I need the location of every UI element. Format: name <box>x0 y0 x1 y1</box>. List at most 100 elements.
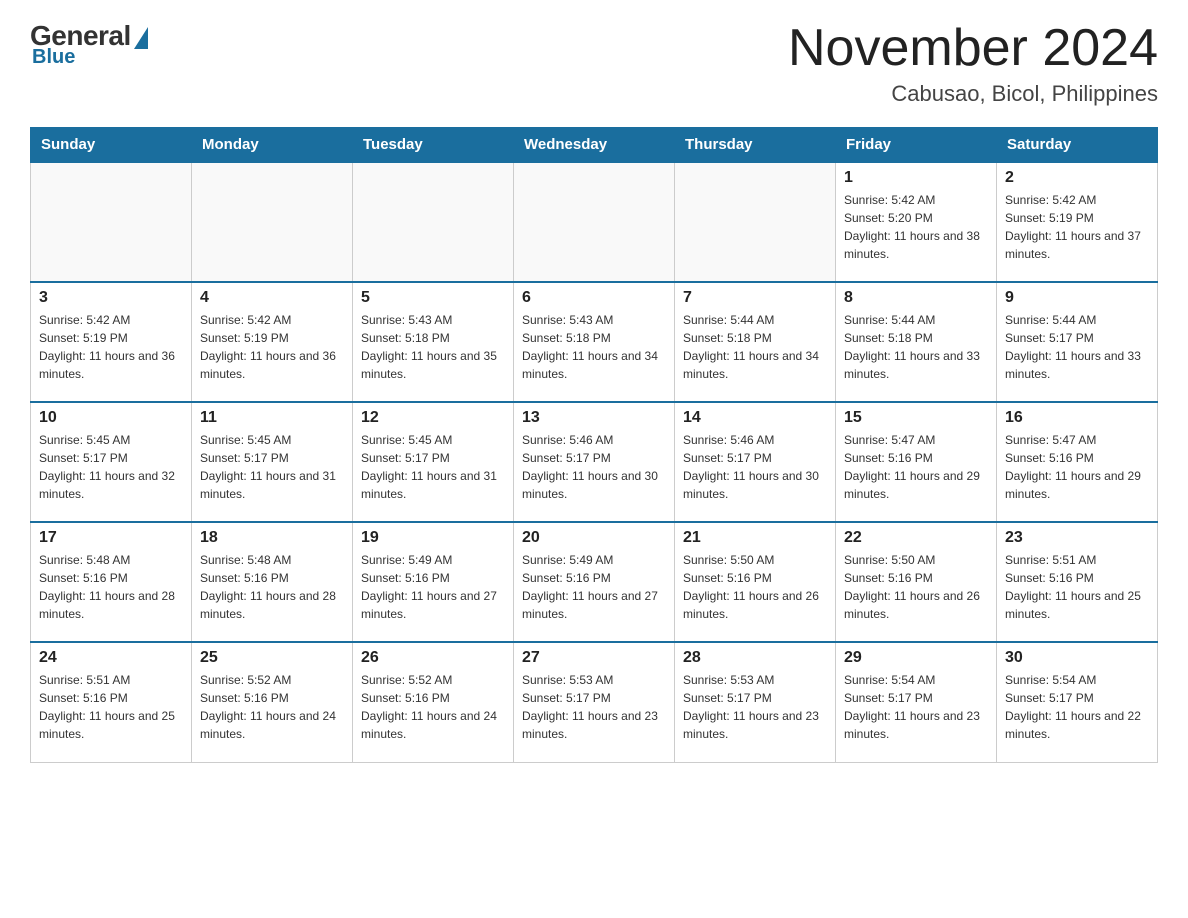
sun-info: Sunrise: 5:53 AMSunset: 5:17 PMDaylight:… <box>522 671 666 743</box>
sun-info: Sunrise: 5:54 AMSunset: 5:17 PMDaylight:… <box>844 671 988 743</box>
calendar-cell: 3Sunrise: 5:42 AMSunset: 5:19 PMDaylight… <box>31 282 192 402</box>
calendar-week-row: 1 Sunrise: 5:42 AMSunset: 5:20 PMDaylight… <box>31 162 1158 282</box>
sun-info: Sunrise: 5:45 AMSunset: 5:17 PMDaylight:… <box>39 431 183 503</box>
calendar-cell: 29 Sunrise: 5:54 AMSunset: 5:17 PMDayligh… <box>836 642 997 762</box>
sun-info: Sunrise: 5:48 AMSunset: 5:16 PMDaylight:… <box>39 551 183 623</box>
sun-info: Sunrise: 5:46 AMSunset: 5:17 PMDaylight:… <box>522 431 666 503</box>
calendar-cell: 18 Sunrise: 5:48 AMSunset: 5:16 PMDayligh… <box>192 522 353 642</box>
calendar-cell: 15 Sunrise: 5:47 AMSunset: 5:16 PMDayligh… <box>836 402 997 522</box>
day-number: 26 <box>361 649 505 667</box>
sun-info: Sunrise: 5:51 AMSunset: 5:16 PMDaylight:… <box>1005 551 1149 623</box>
sun-info: Sunrise: 5:44 AMSunset: 5:17 PMDaylight:… <box>1005 311 1149 383</box>
calendar-cell: 10 Sunrise: 5:45 AMSunset: 5:17 PMDayligh… <box>31 402 192 522</box>
logo: General Blue <box>30 20 148 69</box>
sun-info: Sunrise: 5:53 AMSunset: 5:17 PMDaylight:… <box>683 671 827 743</box>
day-number: 29 <box>844 649 988 667</box>
day-number: 14 <box>683 409 827 427</box>
month-year-title: November 2024 <box>788 20 1158 77</box>
sun-info: Sunrise: 5:46 AMSunset: 5:17 PMDaylight:… <box>683 431 827 503</box>
sun-info: Sunrise: 5:49 AMSunset: 5:16 PMDaylight:… <box>361 551 505 623</box>
calendar-week-row: 10 Sunrise: 5:45 AMSunset: 5:17 PMDayligh… <box>31 402 1158 522</box>
sun-info: Sunrise: 5:42 AMSunset: 5:19 PMDaylight:… <box>200 311 344 383</box>
day-header-tuesday: Tuesday <box>353 128 514 163</box>
sun-info: Sunrise: 5:50 AMSunset: 5:16 PMDaylight:… <box>683 551 827 623</box>
calendar-cell <box>353 162 514 282</box>
calendar-cell: 21 Sunrise: 5:50 AMSunset: 5:16 PMDayligh… <box>675 522 836 642</box>
day-number: 30 <box>1005 649 1149 667</box>
day-number: 17 <box>39 529 183 547</box>
day-header-saturday: Saturday <box>997 128 1158 163</box>
calendar-cell: 14 Sunrise: 5:46 AMSunset: 5:17 PMDayligh… <box>675 402 836 522</box>
day-number: 27 <box>522 649 666 667</box>
day-header-thursday: Thursday <box>675 128 836 163</box>
calendar-week-row: 17 Sunrise: 5:48 AMSunset: 5:16 PMDayligh… <box>31 522 1158 642</box>
sun-info: Sunrise: 5:44 AMSunset: 5:18 PMDaylight:… <box>844 311 988 383</box>
day-number: 28 <box>683 649 827 667</box>
day-header-monday: Monday <box>192 128 353 163</box>
day-number: 15 <box>844 409 988 427</box>
calendar-cell: 1 Sunrise: 5:42 AMSunset: 5:20 PMDaylight… <box>836 162 997 282</box>
calendar-cell: 8 Sunrise: 5:44 AMSunset: 5:18 PMDaylight… <box>836 282 997 402</box>
calendar-week-row: 24 Sunrise: 5:51 AMSunset: 5:16 PMDayligh… <box>31 642 1158 762</box>
calendar-cell: 19 Sunrise: 5:49 AMSunset: 5:16 PMDayligh… <box>353 522 514 642</box>
calendar-week-row: 3Sunrise: 5:42 AMSunset: 5:19 PMDaylight… <box>31 282 1158 402</box>
calendar-cell: 23Sunrise: 5:51 AMSunset: 5:16 PMDayligh… <box>997 522 1158 642</box>
calendar-cell: 4 Sunrise: 5:42 AMSunset: 5:19 PMDaylight… <box>192 282 353 402</box>
day-number: 1 <box>844 169 988 187</box>
calendar-cell <box>31 162 192 282</box>
day-number: 10 <box>39 409 183 427</box>
day-number: 2 <box>1005 169 1149 187</box>
calendar-cell: 25Sunrise: 5:52 AMSunset: 5:16 PMDayligh… <box>192 642 353 762</box>
sun-info: Sunrise: 5:43 AMSunset: 5:18 PMDaylight:… <box>522 311 666 383</box>
calendar-cell: 5Sunrise: 5:43 AMSunset: 5:18 PMDaylight… <box>353 282 514 402</box>
location-subtitle: Cabusao, Bicol, Philippines <box>788 81 1158 107</box>
sun-info: Sunrise: 5:54 AMSunset: 5:17 PMDaylight:… <box>1005 671 1149 743</box>
calendar-header-row: SundayMondayTuesdayWednesdayThursdayFrid… <box>31 128 1158 163</box>
day-number: 25 <box>200 649 344 667</box>
day-number: 13 <box>522 409 666 427</box>
calendar-cell: 27 Sunrise: 5:53 AMSunset: 5:17 PMDayligh… <box>514 642 675 762</box>
calendar-cell: 7 Sunrise: 5:44 AMSunset: 5:18 PMDaylight… <box>675 282 836 402</box>
day-header-sunday: Sunday <box>31 128 192 163</box>
calendar-cell: 30 Sunrise: 5:54 AMSunset: 5:17 PMDayligh… <box>997 642 1158 762</box>
sun-info: Sunrise: 5:43 AMSunset: 5:18 PMDaylight:… <box>361 311 505 383</box>
calendar-cell: 24 Sunrise: 5:51 AMSunset: 5:16 PMDayligh… <box>31 642 192 762</box>
sun-info: Sunrise: 5:52 AMSunset: 5:16 PMDaylight:… <box>361 671 505 743</box>
day-number: 18 <box>200 529 344 547</box>
day-number: 11 <box>200 409 344 427</box>
calendar-cell: 22Sunrise: 5:50 AMSunset: 5:16 PMDayligh… <box>836 522 997 642</box>
calendar-cell <box>675 162 836 282</box>
calendar-cell: 28 Sunrise: 5:53 AMSunset: 5:17 PMDayligh… <box>675 642 836 762</box>
logo-triangle-icon <box>134 27 148 49</box>
calendar-cell: 12Sunrise: 5:45 AMSunset: 5:17 PMDayligh… <box>353 402 514 522</box>
sun-info: Sunrise: 5:42 AMSunset: 5:19 PMDaylight:… <box>39 311 183 383</box>
calendar-cell: 6Sunrise: 5:43 AMSunset: 5:18 PMDaylight… <box>514 282 675 402</box>
day-number: 7 <box>683 289 827 307</box>
day-number: 21 <box>683 529 827 547</box>
day-number: 24 <box>39 649 183 667</box>
sun-info: Sunrise: 5:42 AMSunset: 5:19 PMDaylight:… <box>1005 191 1149 263</box>
sun-info: Sunrise: 5:48 AMSunset: 5:16 PMDaylight:… <box>200 551 344 623</box>
day-number: 12 <box>361 409 505 427</box>
day-number: 9 <box>1005 289 1149 307</box>
day-number: 4 <box>200 289 344 307</box>
sun-info: Sunrise: 5:47 AMSunset: 5:16 PMDaylight:… <box>844 431 988 503</box>
sun-info: Sunrise: 5:49 AMSunset: 5:16 PMDaylight:… <box>522 551 666 623</box>
day-number: 19 <box>361 529 505 547</box>
day-number: 8 <box>844 289 988 307</box>
calendar-cell: 2 Sunrise: 5:42 AMSunset: 5:19 PMDaylight… <box>997 162 1158 282</box>
calendar-cell <box>192 162 353 282</box>
day-header-friday: Friday <box>836 128 997 163</box>
sun-info: Sunrise: 5:50 AMSunset: 5:16 PMDaylight:… <box>844 551 988 623</box>
logo-blue-text: Blue <box>30 46 75 69</box>
calendar-cell: 20 Sunrise: 5:49 AMSunset: 5:16 PMDayligh… <box>514 522 675 642</box>
sun-info: Sunrise: 5:47 AMSunset: 5:16 PMDaylight:… <box>1005 431 1149 503</box>
calendar-table: SundayMondayTuesdayWednesdayThursdayFrid… <box>30 127 1158 763</box>
sun-info: Sunrise: 5:51 AMSunset: 5:16 PMDaylight:… <box>39 671 183 743</box>
sun-info: Sunrise: 5:44 AMSunset: 5:18 PMDaylight:… <box>683 311 827 383</box>
day-number: 20 <box>522 529 666 547</box>
sun-info: Sunrise: 5:42 AMSunset: 5:20 PMDaylight:… <box>844 191 988 263</box>
sun-info: Sunrise: 5:45 AMSunset: 5:17 PMDaylight:… <box>200 431 344 503</box>
day-number: 16 <box>1005 409 1149 427</box>
calendar-cell: 9 Sunrise: 5:44 AMSunset: 5:17 PMDaylight… <box>997 282 1158 402</box>
